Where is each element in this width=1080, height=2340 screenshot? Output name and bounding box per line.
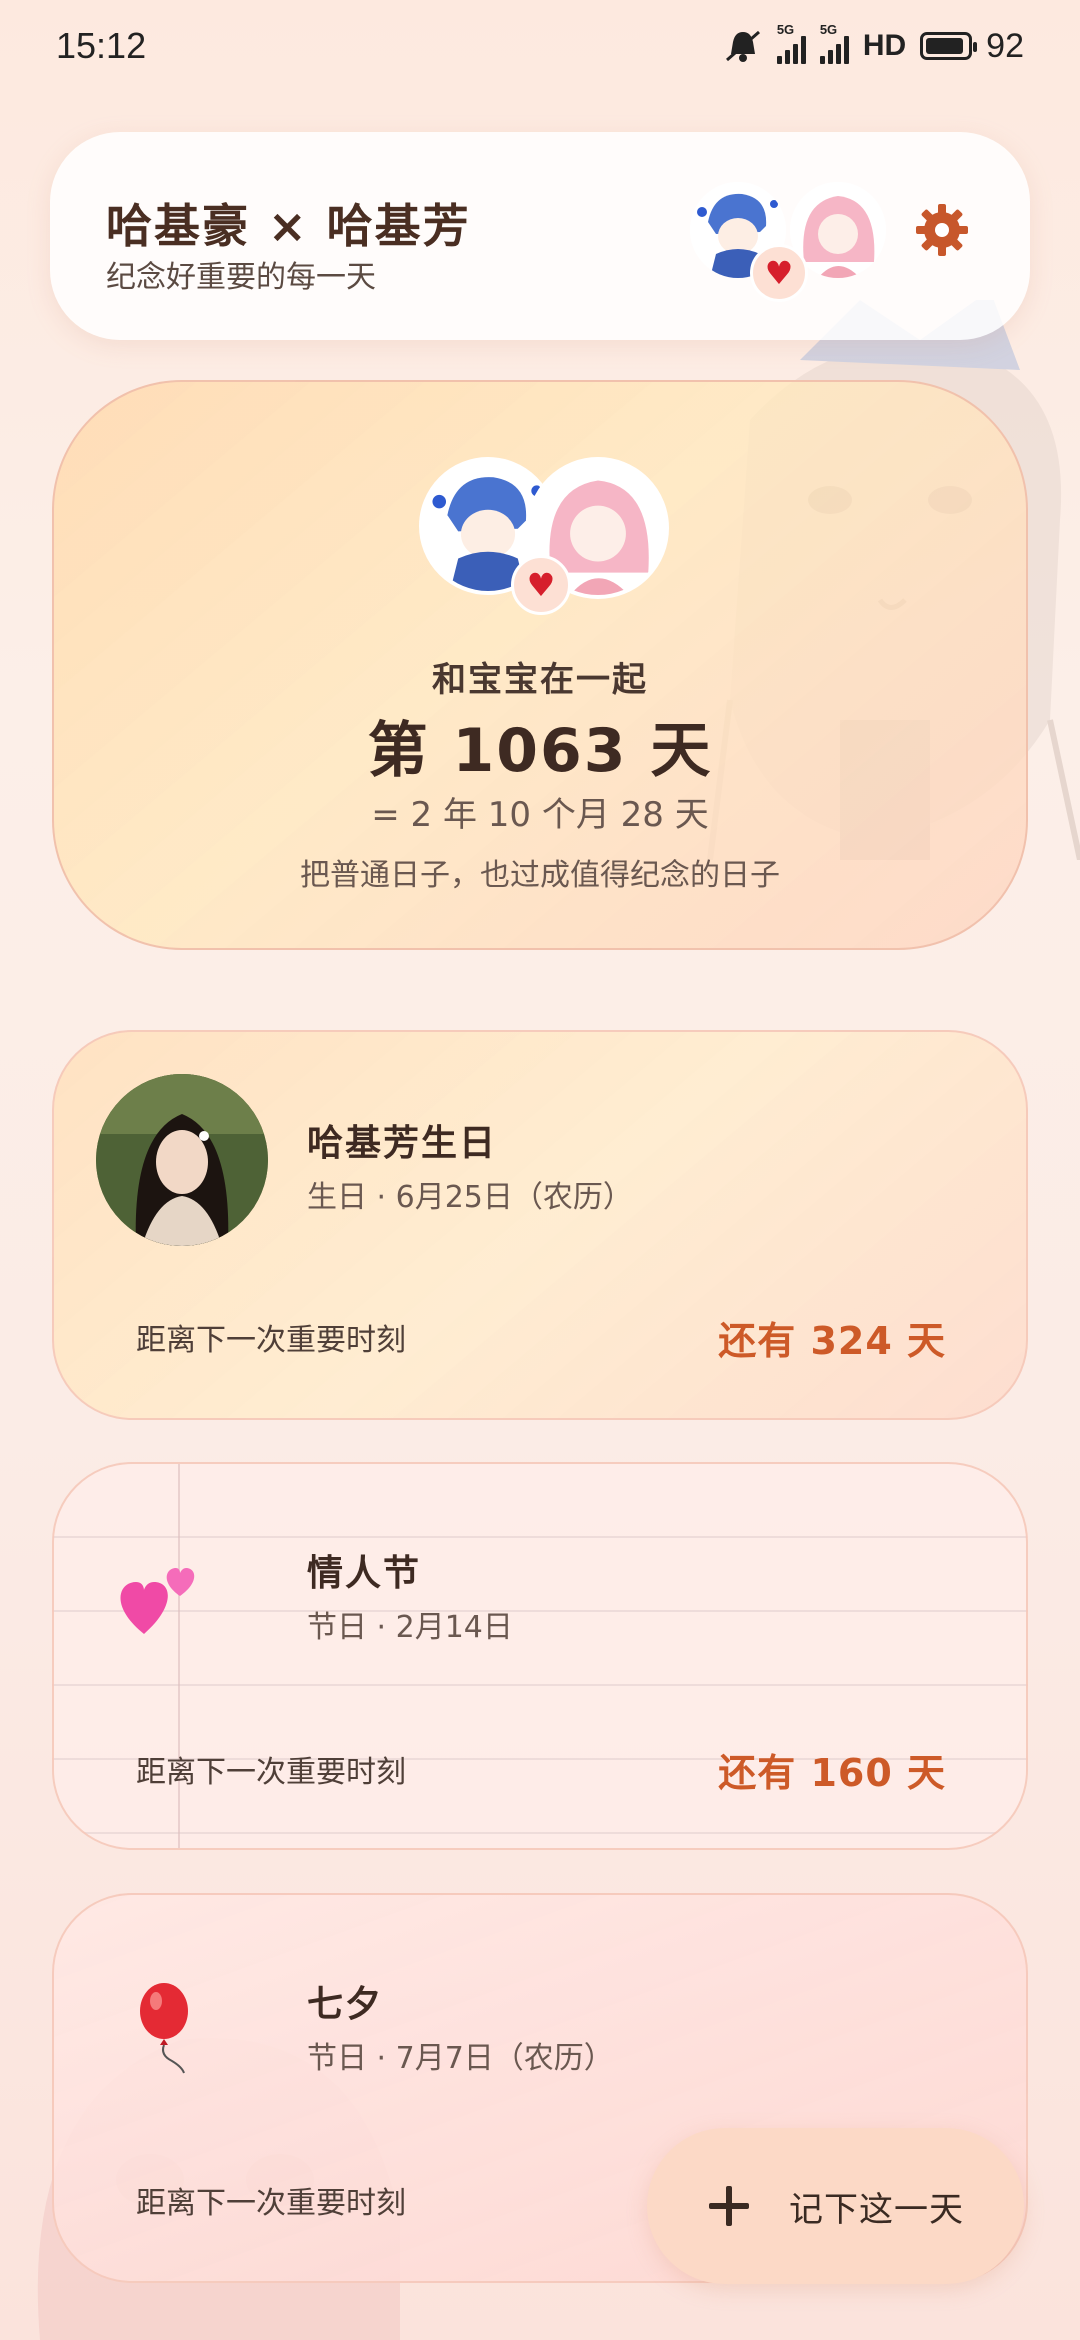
couple-title: 哈基豪 × 哈基芳	[106, 199, 471, 253]
signal-2-icon: 5G	[819, 22, 849, 64]
event-title: 哈基芳生日	[307, 1123, 498, 1164]
together-counter-card[interactable]: ♥ 和宝宝在一起 第 1063 天 = 2 年 10 个月 28 天 把普通日子…	[52, 380, 1028, 950]
add-memorial-day-button[interactable]: 记下这一天	[647, 2128, 1024, 2284]
event-distance-label: 距离下一次重要时刻	[136, 1755, 406, 1790]
two-hearts-icon	[114, 1544, 214, 1644]
battery-level: 92	[986, 26, 1024, 65]
photo-avatar	[96, 1074, 268, 1246]
event-date: 生日 · 6月25日（农历）	[307, 1180, 633, 1215]
status-time: 15:12	[56, 25, 147, 66]
hd-icon: HD	[862, 29, 907, 62]
mute-icon	[725, 30, 760, 62]
battery-icon	[920, 32, 978, 60]
balloon-icon	[120, 1975, 220, 2075]
days-together: 第 1063 天	[367, 716, 713, 786]
status-icons: 5G 5G HD 92	[723, 22, 1024, 66]
signal-1-icon: 5G	[776, 22, 806, 64]
days-breakdown: = 2 年 10 个月 28 天	[371, 795, 709, 835]
gear-icon[interactable]	[912, 200, 972, 260]
event-countdown: 还有 324 天	[718, 1319, 946, 1363]
event-title: 情人节	[307, 1553, 422, 1594]
event-title: 七夕	[307, 1984, 384, 2025]
header-card: 哈基豪 × 哈基芳 纪念好重要的每一天 ♥	[50, 132, 1030, 340]
event-date: 节日 · 2月14日	[307, 1610, 513, 1645]
header-subtitle: 纪念好重要的每一天	[106, 260, 376, 295]
event-date: 节日 · 7月7日（农历）	[307, 2041, 614, 2076]
heart-icon: ♥	[750, 244, 808, 302]
together-label: 和宝宝在一起	[432, 660, 648, 700]
status-bar: 15:12 5G 5G HD 92	[0, 0, 1080, 92]
event-card-valentines[interactable]: 情人节 节日 · 2月14日 距离下一次重要时刻 还有 160 天	[52, 1462, 1028, 1850]
counter-avatars: ♥	[419, 457, 669, 617]
add-button-label: 记下这一天	[789, 2189, 964, 2230]
event-countdown: 还有 160 天	[718, 1751, 946, 1795]
heart-icon: ♥	[511, 555, 571, 615]
event-distance-label: 距离下一次重要时刻	[136, 2186, 406, 2221]
couple-avatars[interactable]: ♥	[690, 182, 910, 302]
counter-quote: 把普通日子，也过成值得纪念的日子	[300, 858, 780, 893]
plus-icon	[709, 2186, 749, 2226]
event-card-birthday[interactable]: 哈基芳生日 生日 · 6月25日（农历） 距离下一次重要时刻 还有 324 天	[52, 1030, 1028, 1420]
event-distance-label: 距离下一次重要时刻	[136, 1323, 406, 1358]
